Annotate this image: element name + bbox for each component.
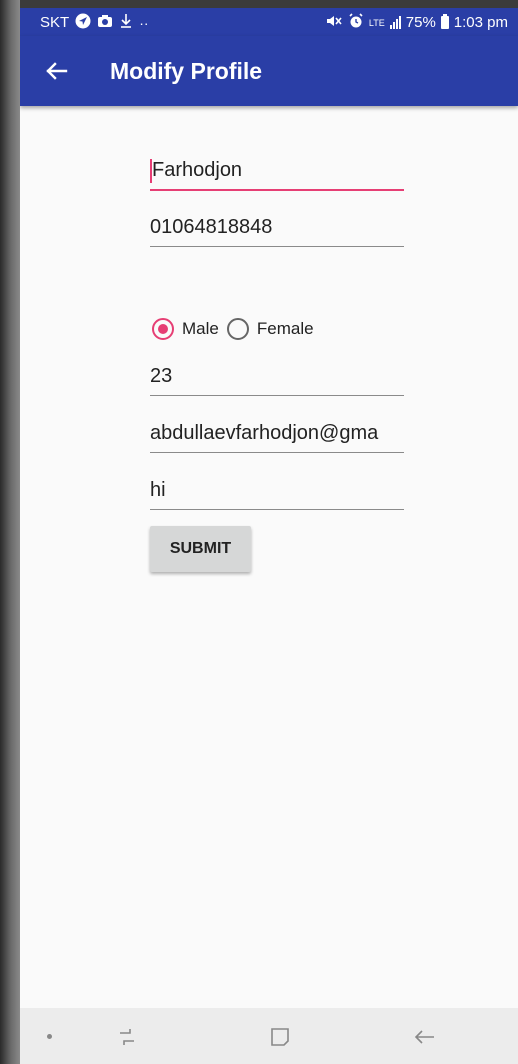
status-right: LTE 75% 1:03 pm: [325, 13, 508, 32]
bio-value: hi: [150, 479, 166, 501]
alarm-icon: [348, 13, 364, 32]
phone-input[interactable]: 01064818848: [150, 208, 404, 247]
name-input[interactable]: Farhodjon: [150, 151, 404, 191]
name-value: Farhodjon: [152, 159, 243, 181]
clock: 1:03 pm: [453, 14, 508, 31]
gender-radio-group: Male Female: [152, 318, 314, 340]
more-notifications-icon: ··: [139, 14, 149, 31]
device-bezel-top: [0, 0, 518, 8]
battery-icon: [440, 14, 449, 29]
device-bezel-left: [0, 0, 20, 1064]
radio-unchecked-icon: [226, 318, 249, 340]
status-left: SKT ··: [40, 13, 149, 32]
app-bar: Modify Profile: [20, 36, 518, 106]
signal-icon: [389, 16, 401, 29]
gender-female-radio[interactable]: Female: [226, 318, 314, 340]
recent-apps-button[interactable]: [112, 1022, 142, 1052]
text-cursor: [150, 159, 152, 183]
email-value: abdullaevfarhodjon@gma: [150, 422, 379, 444]
age-input[interactable]: 23: [150, 357, 404, 396]
submit-button[interactable]: SUBMIT: [150, 526, 251, 572]
bio-input[interactable]: hi: [150, 471, 404, 510]
radio-checked-icon: [152, 318, 174, 340]
system-back-button[interactable]: [410, 1022, 440, 1052]
system-nav-bar: [20, 1008, 518, 1064]
status-bar: SKT ·· LTE 75% 1:03 pm: [20, 8, 518, 36]
back-button[interactable]: [42, 56, 72, 86]
home-icon: [271, 1028, 289, 1046]
gender-male-radio[interactable]: Male: [152, 318, 219, 340]
back-icon: [414, 1030, 434, 1044]
network-type-label: LTE: [368, 17, 385, 28]
nav-indicator-dot: [47, 1034, 52, 1039]
home-button[interactable]: [265, 1022, 295, 1052]
carrier-label: SKT: [40, 14, 70, 31]
gender-female-label: Female: [256, 319, 314, 338]
mute-icon: [325, 14, 343, 31]
page-title: Modify Profile: [110, 58, 263, 84]
camera-icon: [97, 14, 113, 31]
navigation-icon: [75, 13, 91, 32]
phone-screen: SKT ·· LTE 75% 1:03 pm Modify Profile Fa…: [20, 8, 518, 1064]
battery-percent: 75%: [405, 14, 436, 31]
recent-apps-icon: [120, 1029, 134, 1045]
phone-value: 01064818848: [150, 216, 273, 238]
download-icon: [119, 13, 133, 32]
arrow-back-icon: [46, 62, 68, 80]
age-value: 23: [150, 365, 173, 387]
email-input[interactable]: abdullaevfarhodjon@gma: [150, 414, 404, 453]
gender-male-label: Male: [182, 319, 219, 338]
